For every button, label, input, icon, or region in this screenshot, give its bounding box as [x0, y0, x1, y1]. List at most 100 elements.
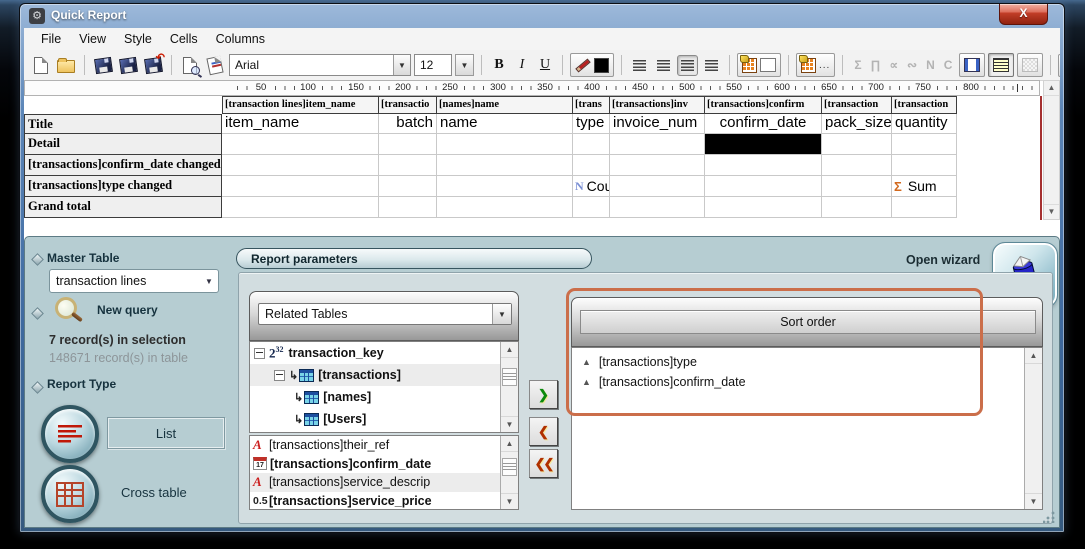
detail-cell[interactable]	[610, 134, 705, 155]
grand-total-cell[interactable]	[892, 197, 957, 218]
row-label-grand-total[interactable]: Grand total	[24, 197, 222, 218]
font-size-dropdown-arrow[interactable]: ▼	[455, 54, 474, 76]
title-bar[interactable]: ⚙ Quick Report X	[20, 4, 1064, 28]
sum-formula-cell[interactable]: Σ Sum	[892, 176, 957, 197]
column-header[interactable]: [names]name	[437, 96, 573, 114]
break-cell[interactable]	[437, 176, 573, 197]
row-label-detail[interactable]: Detail	[24, 134, 222, 155]
column-header[interactable]: [transaction lines]item_name	[222, 96, 379, 114]
align-left-button[interactable]	[629, 55, 650, 76]
new-document-button[interactable]	[30, 54, 52, 76]
save-button[interactable]	[92, 54, 114, 76]
view-rows-button[interactable]	[988, 53, 1014, 77]
break-cell[interactable]	[892, 155, 957, 176]
title-cell[interactable]: quantity	[892, 114, 957, 134]
table-vertical-scrollbar[interactable]: ▲ ▼	[1043, 80, 1060, 220]
grand-total-cell[interactable]	[379, 197, 437, 218]
count-formula-cell[interactable]: N Count	[573, 176, 610, 197]
italic-button[interactable]: I	[512, 55, 532, 75]
bold-button[interactable]: B	[489, 55, 509, 75]
sort-scrollbar[interactable]: ▲ ▼	[1024, 348, 1042, 509]
break-cell[interactable]	[705, 155, 822, 176]
grand-total-cell[interactable]	[610, 197, 705, 218]
tree-item-names[interactable]: ↳ [names]	[250, 386, 518, 408]
grand-total-cell[interactable]	[437, 197, 573, 218]
detail-cell[interactable]	[822, 134, 892, 155]
title-cell[interactable]: batch	[379, 114, 437, 134]
scroll-thumb[interactable]	[502, 368, 517, 386]
min-operator-icon[interactable]: ∏	[871, 58, 881, 72]
detail-cell[interactable]	[437, 134, 573, 155]
font-size-select[interactable]: 12	[414, 54, 452, 76]
grand-total-cell[interactable]	[573, 197, 610, 218]
list-report-button[interactable]	[41, 405, 99, 463]
break-cell[interactable]	[437, 155, 573, 176]
row-label-title[interactable]: Title	[24, 114, 222, 134]
field-item-service-descrip[interactable]: A [transactions]service_descrip	[250, 473, 518, 492]
font-family-select[interactable]: Arial ▼	[229, 54, 411, 76]
open-button[interactable]	[55, 54, 77, 76]
align-right-button[interactable]	[677, 55, 698, 76]
menu-style[interactable]: Style	[115, 30, 161, 48]
align-center-button[interactable]	[653, 55, 674, 76]
max-operator-icon[interactable]: ∝	[889, 58, 898, 72]
grand-total-cell[interactable]	[222, 197, 379, 218]
move-column-left-button[interactable]: ◀	[1058, 54, 1060, 77]
row-label-type-changed[interactable]: [transactions]type changed	[24, 176, 222, 197]
column-header[interactable]: [transactions]confirm	[705, 96, 822, 114]
cross-table-button[interactable]	[41, 465, 99, 523]
average-operator-icon[interactable]: ∾	[907, 58, 917, 72]
ascending-sort-icon[interactable]: ▲	[582, 377, 591, 387]
new-query-button[interactable]: New query	[97, 303, 158, 317]
scroll-down-arrow[interactable]: ▼	[1025, 493, 1042, 509]
row-label-confirm-date-changed[interactable]: [transactions]confirm_date changed	[24, 155, 222, 176]
title-cell[interactable]: item_name	[222, 114, 379, 134]
field-item-confirm-date[interactable]: 17 [transactions]confirm_date	[250, 455, 518, 474]
align-justify-button[interactable]	[701, 55, 722, 76]
tree-scrollbar[interactable]: ▲ ▼	[500, 342, 518, 432]
break-cell[interactable]	[379, 176, 437, 197]
related-tables-select[interactable]: Related Tables ▼	[258, 303, 512, 325]
formula-operator-icon[interactable]: C	[944, 58, 953, 72]
detail-cell[interactable]	[573, 134, 610, 155]
tree-item-transactions[interactable]: ↳ [transactions]	[250, 364, 518, 386]
scroll-up-arrow[interactable]: ▲	[501, 342, 518, 358]
collapse-icon[interactable]	[274, 370, 285, 381]
break-cell[interactable]	[705, 176, 822, 197]
font-family-dropdown-arrow[interactable]: ▼	[393, 55, 410, 75]
title-cell[interactable]: invoice_num	[610, 114, 705, 134]
menu-columns[interactable]: Columns	[207, 30, 274, 48]
scroll-up-arrow[interactable]: ▲	[1044, 81, 1059, 96]
scroll-down-arrow[interactable]: ▼	[501, 493, 518, 509]
related-tables-dropdown-arrow[interactable]: ▼	[492, 304, 511, 324]
tree-item-users[interactable]: ↳ [Users]	[250, 408, 518, 430]
scroll-thumb[interactable]	[502, 458, 517, 476]
scroll-up-arrow[interactable]: ▲	[501, 436, 518, 452]
detail-cell[interactable]	[222, 134, 379, 155]
view-columns-button[interactable]	[959, 53, 985, 77]
save-as-button[interactable]	[117, 54, 139, 76]
sum-operator-icon[interactable]: Σ	[854, 58, 861, 72]
field-item-service-price[interactable]: 0.5 [transactions]service_price	[250, 492, 518, 511]
text-color-button[interactable]	[570, 53, 614, 77]
title-cell[interactable]: pack_size	[822, 114, 892, 134]
grand-total-cell[interactable]	[822, 197, 892, 218]
menu-cells[interactable]: Cells	[161, 30, 207, 48]
cell-background-color-button[interactable]	[737, 53, 781, 77]
detail-cell[interactable]	[379, 134, 437, 155]
remove-sort-field-button[interactable]: ❮	[529, 417, 558, 446]
column-header[interactable]: [transaction	[892, 96, 957, 114]
break-cell[interactable]	[222, 155, 379, 176]
column-header[interactable]: [trans	[573, 96, 610, 114]
tree-item-transaction-key[interactable]: 232 transaction_key	[250, 342, 518, 364]
remove-all-sort-fields-button[interactable]: ❮❮	[529, 449, 558, 478]
grand-total-cell[interactable]	[705, 197, 822, 218]
alternate-color-button[interactable]: ...	[796, 53, 835, 77]
scroll-up-arrow[interactable]: ▲	[1025, 348, 1042, 364]
column-header[interactable]: [transaction	[822, 96, 892, 114]
selected-cell[interactable]	[705, 134, 822, 155]
break-cell[interactable]	[822, 155, 892, 176]
title-cell[interactable]: type	[573, 114, 610, 134]
close-button[interactable]: X	[999, 4, 1048, 25]
menu-view[interactable]: View	[70, 30, 115, 48]
